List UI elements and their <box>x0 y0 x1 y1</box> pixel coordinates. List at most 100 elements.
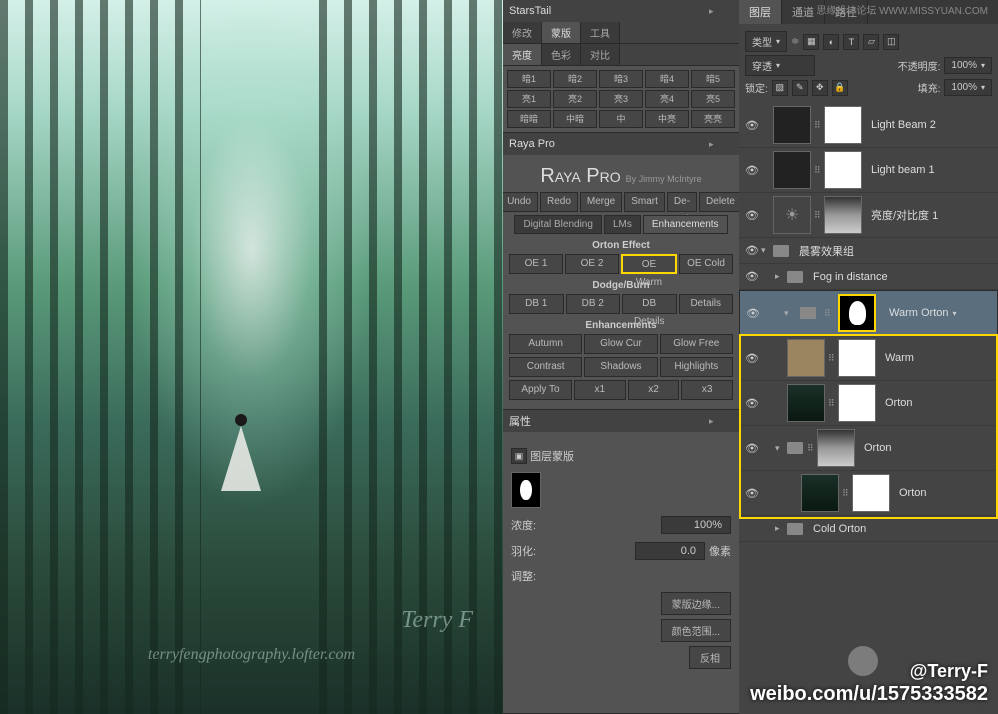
luminosity-btn-6[interactable]: 亮2 <box>553 90 597 108</box>
fold-icon[interactable]: ▾ <box>761 245 773 256</box>
layer-thumb[interactable] <box>787 384 825 422</box>
visibility-icon[interactable]: 👁 <box>743 268 761 286</box>
raya-btn-2[interactable]: Merge <box>580 192 622 212</box>
tab-lms[interactable]: LMs <box>604 215 641 234</box>
apply-x3[interactable]: x3 <box>681 380 733 400</box>
layer-name[interactable]: Orton <box>899 487 927 499</box>
luminosity-btn-12[interactable]: 中 <box>599 110 643 128</box>
tab-enhancements[interactable]: Enhancements <box>643 215 728 234</box>
layer-thumb[interactable] <box>773 106 811 144</box>
fold-icon[interactable]: ▾ <box>784 308 796 319</box>
luminosity-btn-0[interactable]: 暗1 <box>507 70 551 88</box>
close-icon[interactable]: ▪ <box>723 416 733 426</box>
apply-x2[interactable]: x2 <box>628 380 680 400</box>
luminosity-btn-11[interactable]: 中暗 <box>553 110 597 128</box>
oe1-button[interactable]: OE 1 <box>509 254 563 274</box>
raya-btn-4[interactable]: De-sel <box>667 192 697 212</box>
filter-shape-icon[interactable]: ▱ <box>863 34 879 50</box>
oe-warm-button[interactable]: OE Warm <box>621 254 677 274</box>
adjustment-icon[interactable]: ☀ <box>773 196 811 234</box>
visibility-icon[interactable]: 👁 <box>743 394 761 412</box>
db-btn-3[interactable]: Details <box>679 294 734 314</box>
db-btn-1[interactable]: DB 2 <box>566 294 621 314</box>
minimize-icon[interactable]: ▸ <box>709 6 719 16</box>
fill-value[interactable]: 100% <box>944 79 992 96</box>
layer-name[interactable]: Cold Orton <box>813 523 866 535</box>
db-btn-0[interactable]: DB 1 <box>509 294 564 314</box>
mask-thumb[interactable] <box>824 151 862 189</box>
enh2-btn-0[interactable]: Contrast <box>509 357 582 377</box>
luminosity-btn-13[interactable]: 中亮 <box>645 110 689 128</box>
lock-all-icon[interactable]: 🔒 <box>832 80 848 96</box>
enh-btn-1[interactable]: Glow Cur <box>584 334 657 354</box>
enh-btn-0[interactable]: Autumn <box>509 334 582 354</box>
feather-value[interactable]: 0.0 <box>635 542 705 560</box>
enh2-btn-1[interactable]: Shadows <box>584 357 657 377</box>
layer-orton[interactable]: 👁⠿Orton <box>739 381 998 426</box>
filter-type-icon[interactable]: T <box>843 34 859 50</box>
luminosity-btn-3[interactable]: 暗4 <box>645 70 689 88</box>
fold-icon[interactable]: ▸ <box>775 271 787 282</box>
luminosity-btn-9[interactable]: 亮5 <box>691 90 735 108</box>
layer--1[interactable]: 👁☀⠿亮度/对比度 1 <box>739 193 998 238</box>
luminosity-btn-8[interactable]: 亮4 <box>645 90 689 108</box>
layer-thumb[interactable] <box>773 151 811 189</box>
luminosity-btn-5[interactable]: 亮1 <box>507 90 551 108</box>
visibility-icon[interactable]: 👁 <box>743 206 761 224</box>
mask-edge-button[interactable]: 蒙版边缘... <box>661 592 731 615</box>
invert-button[interactable]: 反相 <box>689 646 731 669</box>
mask-thumb[interactable] <box>824 196 862 234</box>
tab-tools[interactable]: 工具 <box>581 22 620 43</box>
visibility-icon[interactable]: 👁 <box>743 161 761 179</box>
layer-name[interactable]: Orton <box>864 442 892 454</box>
color-range-button[interactable]: 颜色范围... <box>661 619 731 642</box>
tab-contrast[interactable]: 对比 <box>581 44 620 65</box>
oe2-button[interactable]: OE 2 <box>565 254 619 274</box>
filter-adjust-icon[interactable]: ◐ <box>823 34 839 50</box>
tab-color[interactable]: 色彩 <box>542 44 581 65</box>
layer-name[interactable]: Light Beam 2 <box>871 119 936 131</box>
enh2-btn-2[interactable]: Highlights <box>660 357 733 377</box>
apply-to-button[interactable]: Apply To <box>509 380 572 400</box>
fold-icon[interactable]: ▾ <box>775 443 787 454</box>
mask-thumb[interactable] <box>838 294 876 332</box>
layer-name[interactable]: Warm Orton <box>889 307 949 319</box>
mask-thumb[interactable] <box>817 429 855 467</box>
layer-warm[interactable]: 👁⠿Warm <box>739 336 998 381</box>
layer-fog-in-distance[interactable]: 👁 ▸ Fog in distance <box>739 264 998 290</box>
apply-x1[interactable]: x1 <box>574 380 626 400</box>
layer-light-beam-1[interactable]: 👁⠿Light beam 1 <box>739 148 998 193</box>
raya-btn-5[interactable]: Delete <box>699 192 742 212</box>
close-icon[interactable]: ▪ <box>723 6 733 16</box>
tab-digital-blending[interactable]: Digital Blending <box>514 215 602 234</box>
raya-btn-3[interactable]: Smart <box>624 192 665 212</box>
opacity-value[interactable]: 100% <box>944 57 992 74</box>
layer-name[interactable]: 晨雾效果组 <box>799 243 854 259</box>
tab-brightness[interactable]: 亮度 <box>503 44 542 65</box>
layer-thumb[interactable] <box>801 474 839 512</box>
layer-name[interactable]: Orton <box>885 397 913 409</box>
tab-mask[interactable]: 蒙版 <box>542 22 581 43</box>
visibility-icon[interactable]: 👁 <box>744 304 762 322</box>
oe-cold-button[interactable]: OE Cold <box>679 254 733 274</box>
lock-position-icon[interactable]: ✥ <box>812 80 828 96</box>
visibility-icon[interactable]: 👁 <box>743 439 761 457</box>
minimize-icon[interactable]: ▸ <box>709 139 719 149</box>
visibility-icon[interactable]: 👁 <box>743 242 761 260</box>
layer-name[interactable]: Fog in distance <box>813 271 888 283</box>
mask-icon[interactable]: ▣ <box>511 448 527 464</box>
luminosity-btn-1[interactable]: 暗2 <box>553 70 597 88</box>
layer-name[interactable]: 亮度/对比度 1 <box>871 207 938 223</box>
filter-pixel-icon[interactable]: ▦ <box>803 34 819 50</box>
lock-transparent-icon[interactable]: ▨ <box>772 80 788 96</box>
density-value[interactable]: 100% <box>661 516 731 534</box>
visibility-icon[interactable]: 👁 <box>743 349 761 367</box>
layer-orton[interactable]: 👁▾⠿Orton <box>739 426 998 471</box>
raya-btn-1[interactable]: Redo <box>540 192 578 212</box>
mask-thumb[interactable] <box>838 339 876 377</box>
menu-icon[interactable]: ▸ <box>709 416 719 426</box>
mask-thumb[interactable] <box>852 474 890 512</box>
visibility-icon[interactable]: 👁 <box>743 116 761 134</box>
lock-pixels-icon[interactable]: ✎ <box>792 80 808 96</box>
luminosity-btn-4[interactable]: 暗5 <box>691 70 735 88</box>
